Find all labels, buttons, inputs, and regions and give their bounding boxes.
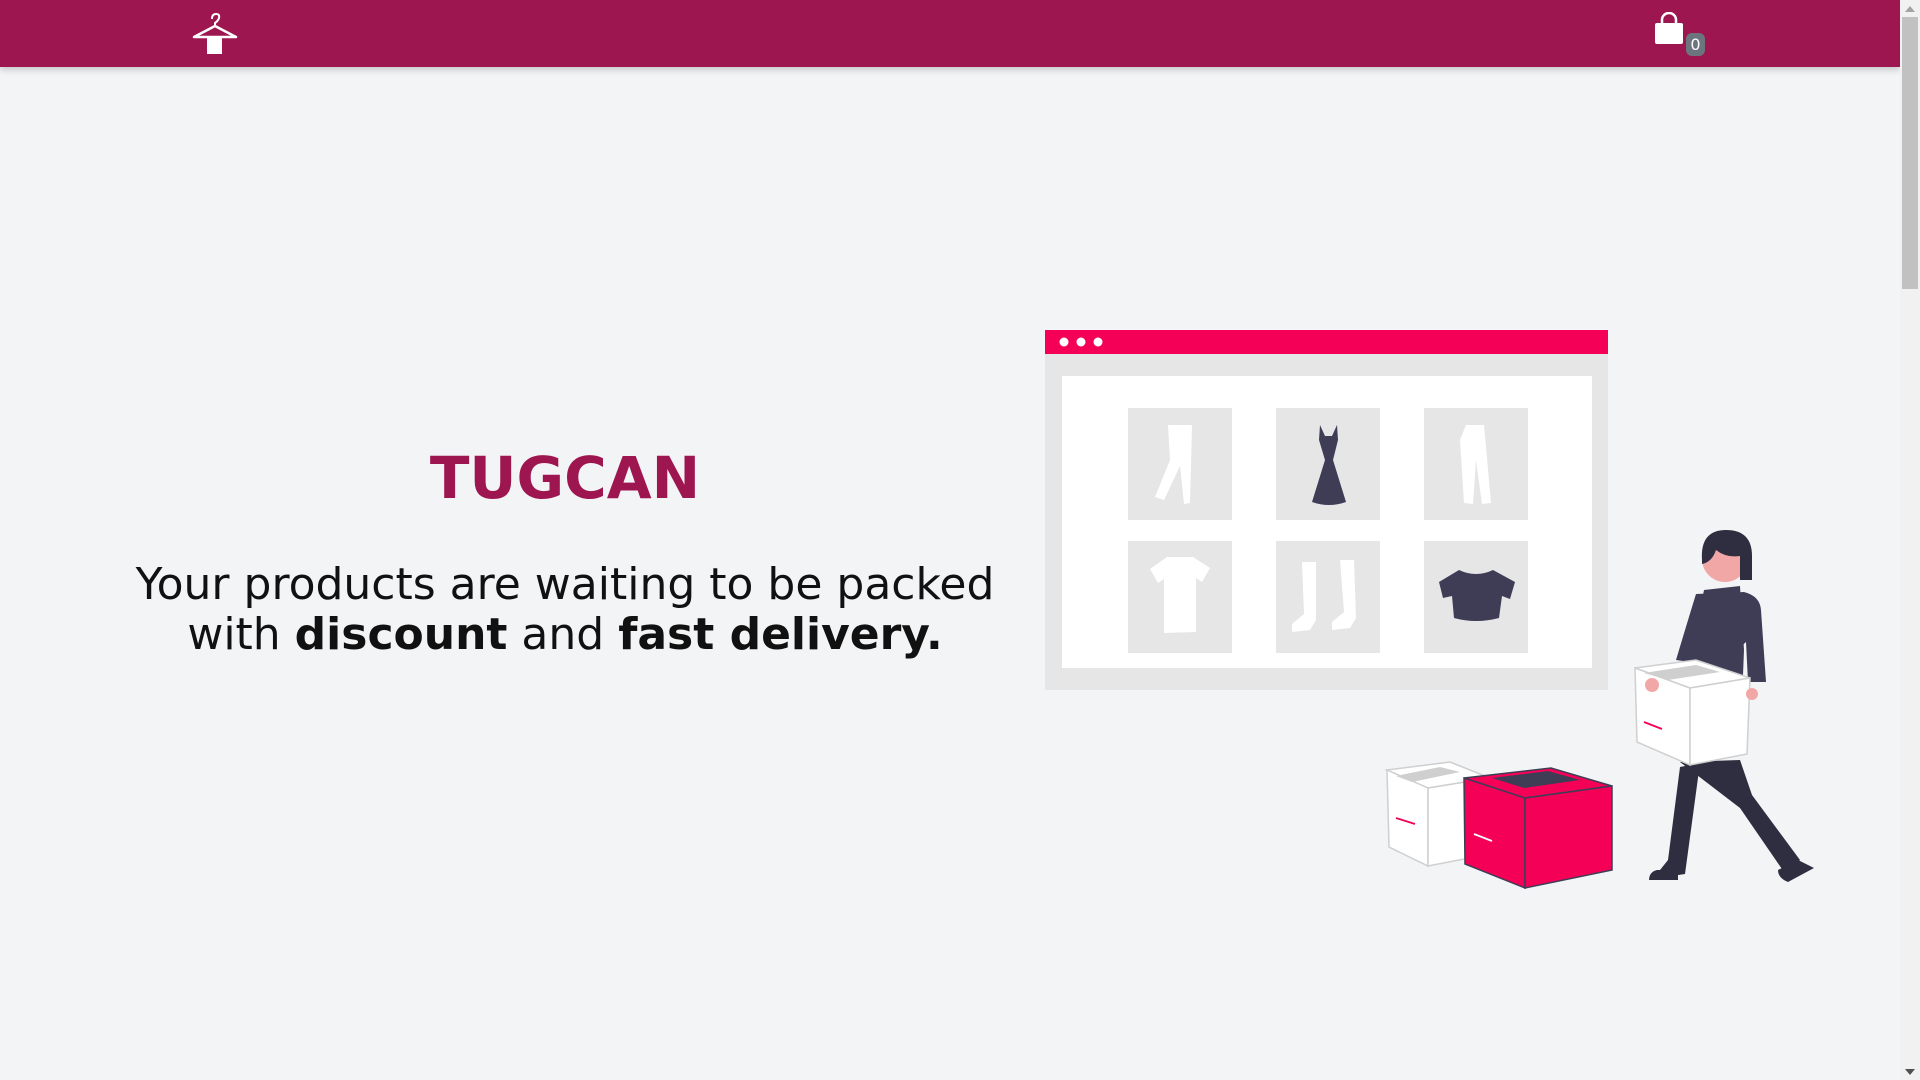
shopping-bag-icon: [1655, 11, 1683, 44]
online-shopping-illustration: [1040, 330, 1820, 900]
vertical-scrollbar[interactable]: [1900, 0, 1920, 1080]
person-carrying-box-graphic: [1634, 530, 1814, 882]
clothes-hanger-icon: [192, 12, 238, 54]
tagline-middle: and: [507, 609, 619, 660]
scrollbar-thumb[interactable]: [1902, 17, 1918, 289]
tagline-fast-delivery: fast delivery.: [618, 609, 943, 660]
cart-button[interactable]: 0: [1652, 11, 1705, 58]
browser-window-graphic: [1045, 330, 1608, 690]
scroll-up-arrow-icon[interactable]: [1900, 0, 1920, 17]
hero-section: TUGCAN Your products are waiting to be p…: [100, 438, 1030, 660]
scroll-down-arrow-icon[interactable]: [1900, 1063, 1920, 1080]
cart-count-badge: 0: [1686, 33, 1705, 56]
tagline-prefix: with: [187, 609, 295, 660]
tagline-line-1: Your products are waiting to be packed: [135, 559, 995, 610]
hero-tagline: Your products are waiting to be packed w…: [100, 560, 1030, 660]
top-navbar: 0: [0, 0, 1900, 67]
delivery-boxes-graphic: [1384, 761, 1613, 890]
tagline-discount: discount: [294, 609, 508, 660]
brand-title: TUGCAN: [429, 444, 701, 512]
home-logo-link[interactable]: [192, 10, 238, 56]
